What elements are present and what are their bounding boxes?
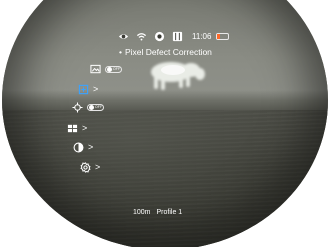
menu-item-crosshair[interactable]: OFF <box>72 101 104 113</box>
eye-icon[interactable] <box>118 31 129 42</box>
palette-icon <box>73 142 84 153</box>
record-icon[interactable] <box>154 31 165 42</box>
toggle-knob <box>107 66 112 72</box>
windows-grid-icon <box>67 123 78 134</box>
crosshair-icon <box>72 101 83 113</box>
menu-item-add[interactable]: > <box>78 83 98 95</box>
distance-readout: 100m <box>133 209 151 216</box>
pixel-defect-correction-title: • Pixel Defect Correction <box>119 47 212 57</box>
image-toggle[interactable]: OFF <box>105 65 122 73</box>
toggle-label: OFF <box>95 104 102 109</box>
chevron-right-icon: > <box>82 123 88 133</box>
chevron-right-icon: > <box>93 84 99 94</box>
chevron-right-icon: > <box>88 142 94 152</box>
battery-fill <box>217 33 220 39</box>
chevron-right-icon: > <box>95 162 101 172</box>
menu-item-image[interactable]: OFF <box>90 63 122 75</box>
menu-item-grid[interactable]: > <box>67 122 87 134</box>
film-icon[interactable] <box>172 31 183 42</box>
status-bar: 11:06 <box>118 30 230 42</box>
clock-time: 11:06 <box>192 31 212 41</box>
battery-indicator <box>216 32 230 40</box>
bottom-info-bar: 100m Profile 1 <box>133 209 182 216</box>
title-text: Pixel Defect Correction <box>124 47 212 57</box>
thermal-viewport: 11:06 • Pixel Defect Correction OFF > OFF <box>0 0 329 247</box>
profile-label[interactable]: Profile 1 <box>157 209 183 216</box>
wifi-icon[interactable] <box>136 31 147 42</box>
add-square-icon <box>78 84 89 95</box>
toggle-label: OFF <box>113 66 120 71</box>
toggle-knob <box>89 104 94 110</box>
menu-item-settings[interactable]: > <box>80 161 100 173</box>
image-display-icon <box>90 64 101 75</box>
crosshair-toggle[interactable]: OFF <box>87 103 104 111</box>
title-bullet: • <box>119 47 122 57</box>
gear-icon <box>80 161 91 173</box>
menu-item-palette[interactable]: > <box>73 141 93 153</box>
